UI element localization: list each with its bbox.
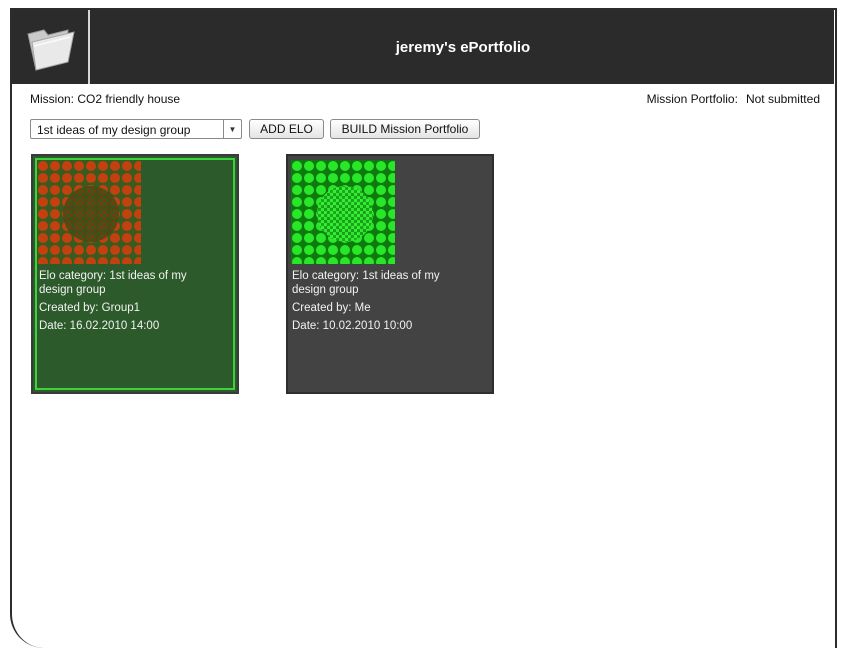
folder-icon xyxy=(27,29,75,71)
logo-cell[interactable] xyxy=(12,10,90,84)
elo-thumbnail[interactable] xyxy=(291,160,395,264)
mission-row: Mission: CO2 friendly house Mission Port… xyxy=(30,92,820,108)
elo-thumbnail[interactable] xyxy=(37,160,141,264)
elo-meta: Elo category: 1st ideas of my design gro… xyxy=(292,269,482,333)
elo-created-by: Created by: Me xyxy=(292,302,371,314)
category-select-value: 1st ideas of my design group xyxy=(37,123,191,137)
add-elo-button[interactable]: ADD ELO xyxy=(249,119,324,139)
elo-card-1[interactable]: Elo category: 1st ideas of my design gro… xyxy=(31,154,239,394)
mission-label: Mission: CO2 friendly house xyxy=(30,92,181,106)
category-select[interactable]: 1st ideas of my design group ▼ xyxy=(30,119,242,139)
portfolio-status-label: Mission Portfolio: xyxy=(646,92,738,106)
elo-date: Date: 16.02.2010 14:00 xyxy=(39,320,160,332)
elo-category-line1: Elo category: 1st ideas of my xyxy=(292,270,440,282)
elo-card-2[interactable]: Elo category: 1st ideas of my design gro… xyxy=(286,154,494,394)
header-bar: jeremy's ePortfolio xyxy=(12,10,834,84)
elo-category-line2: design group xyxy=(39,284,106,296)
elo-meta: Elo category: 1st ideas of my design gro… xyxy=(39,269,229,333)
portfolio-status-value: Not submitted xyxy=(745,92,820,106)
elo-date: Date: 10.02.2010 10:00 xyxy=(292,320,413,332)
build-mission-portfolio-button[interactable]: BUILD Mission Portfolio xyxy=(330,119,480,139)
elo-category-line1: Elo category: 1st ideas of my xyxy=(39,270,187,282)
elo-category-line2: design group xyxy=(292,284,359,296)
elo-created-by: Created by: Group1 xyxy=(39,302,141,314)
page-title: jeremy's ePortfolio xyxy=(395,38,531,56)
mission-portfolio-status: Mission Portfolio: Not submitted xyxy=(647,92,820,106)
chevron-down-icon[interactable]: ▼ xyxy=(223,120,241,138)
